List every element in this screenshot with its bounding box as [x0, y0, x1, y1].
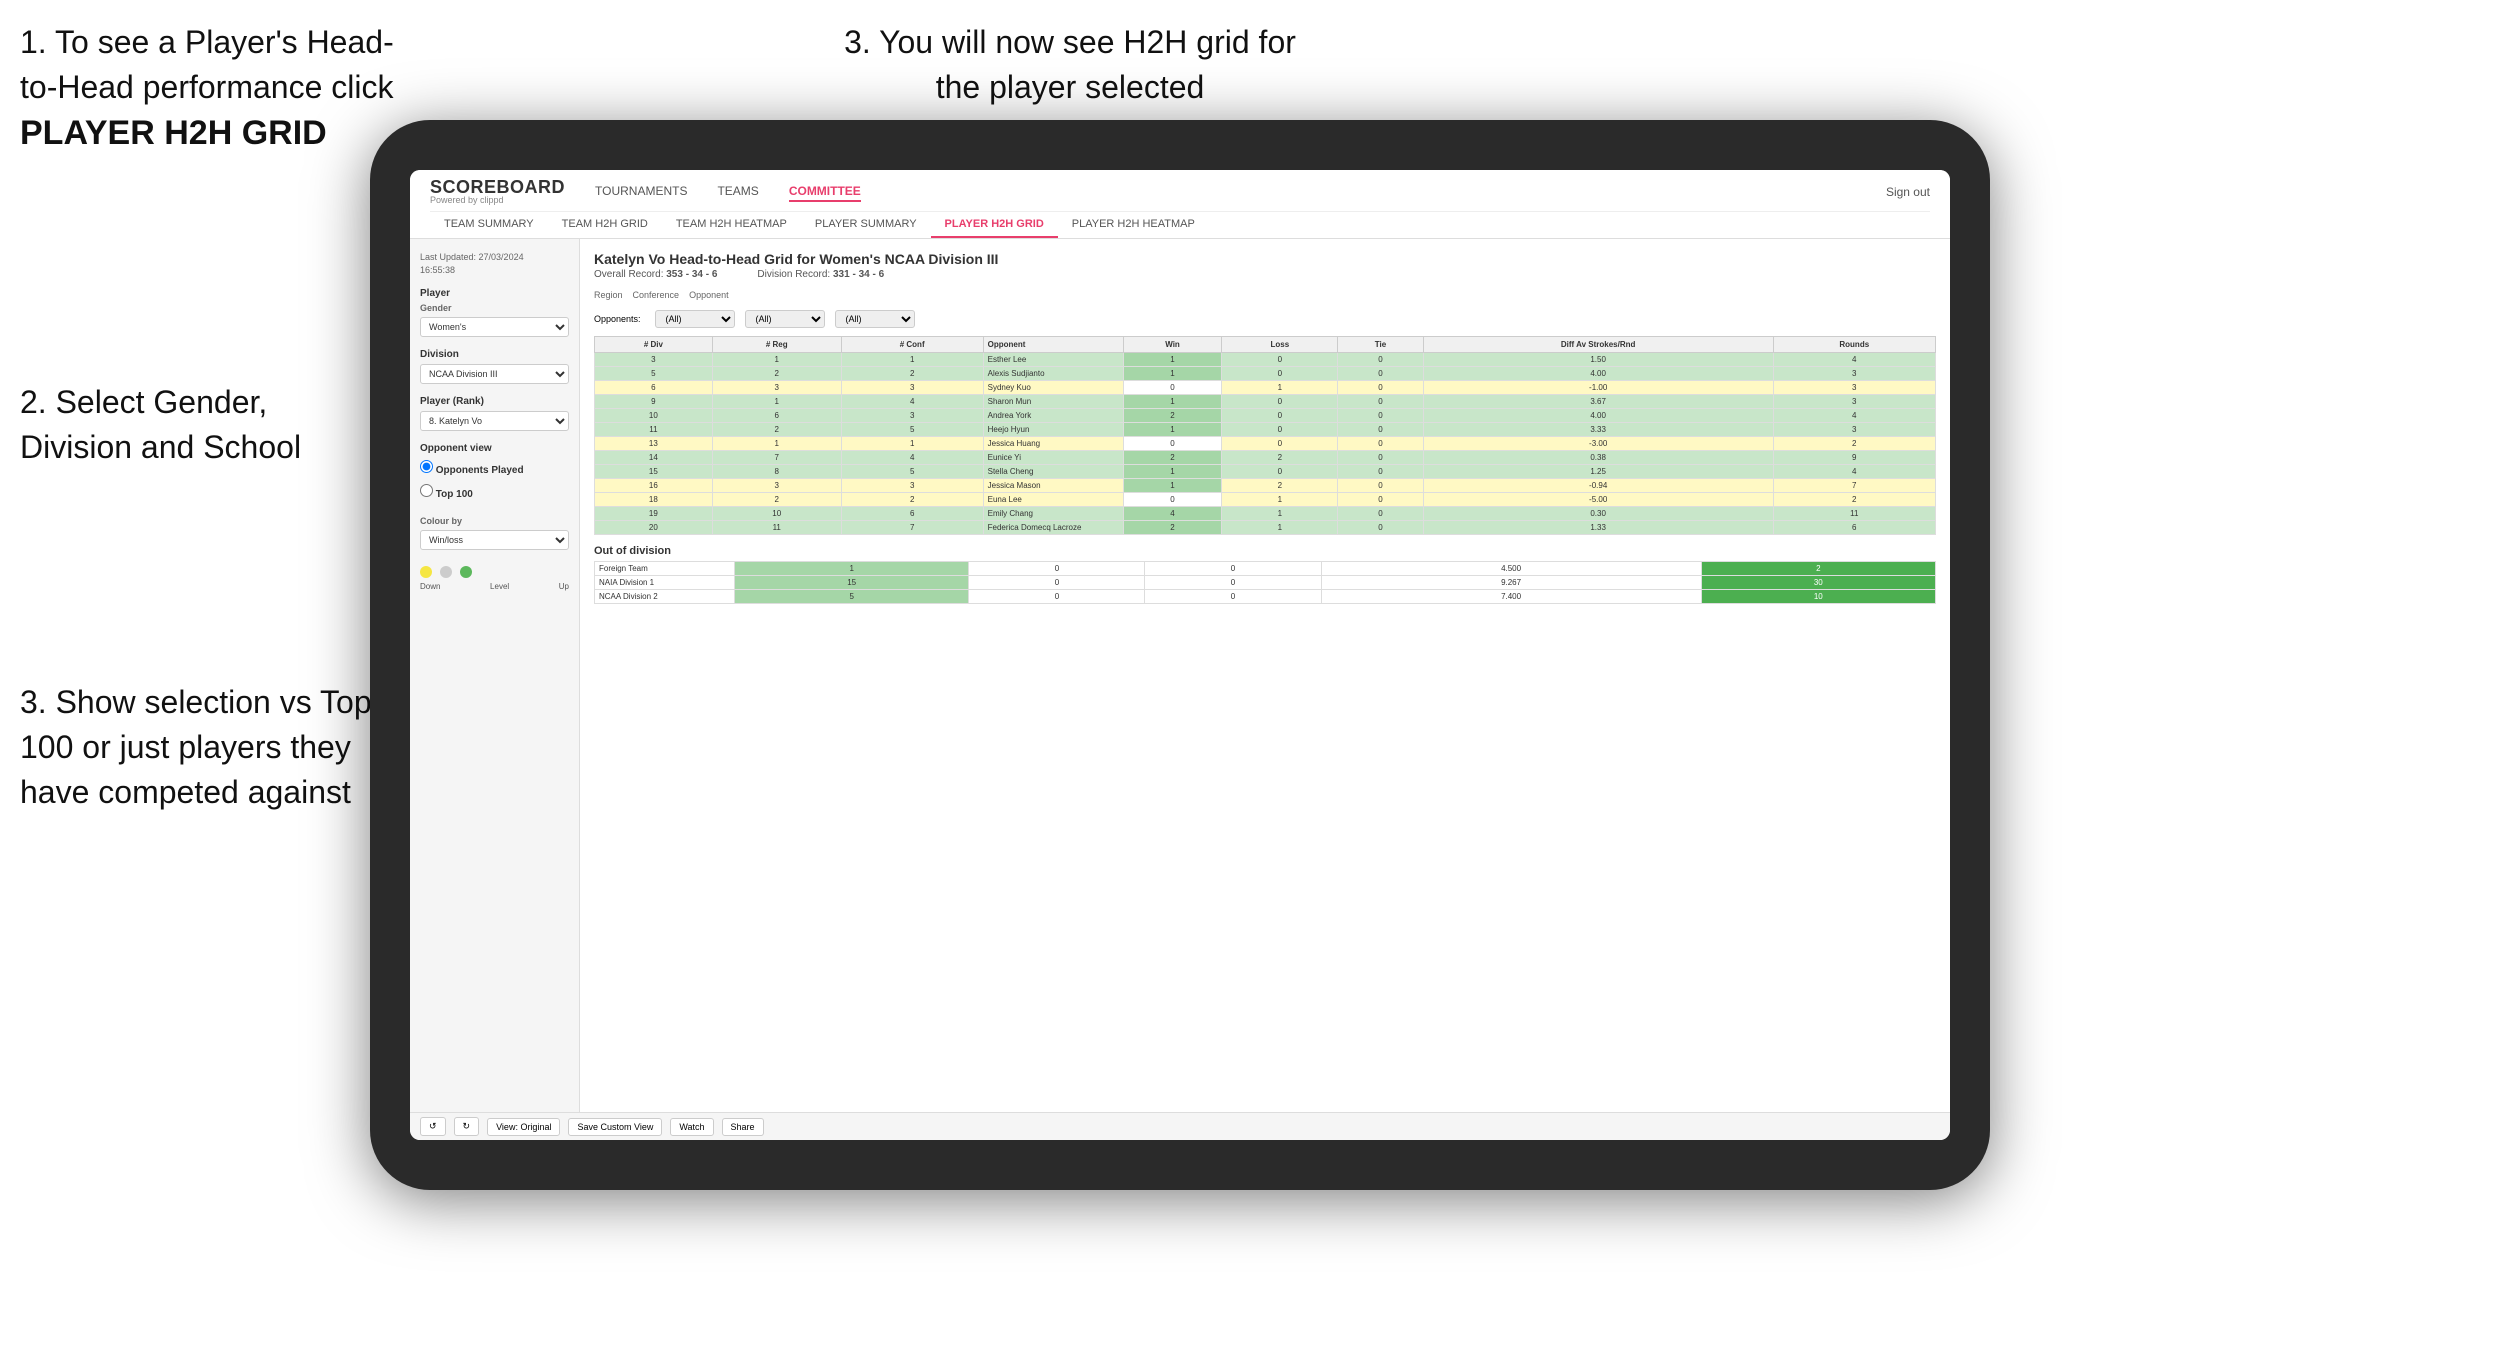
tablet-screen: SCOREBOARD Powered by clippd TOURNAMENTS… — [410, 170, 1950, 1140]
sub-nav-team-h2h-heatmap[interactable]: TEAM H2H HEATMAP — [662, 212, 801, 238]
sidebar-division-section: Division NCAA Division III — [420, 349, 569, 384]
col-header-opponent: Opponent — [983, 337, 1123, 353]
sub-nav: TEAM SUMMARY TEAM H2H GRID TEAM H2H HEAT… — [430, 211, 1930, 238]
sign-out-link[interactable]: Sign out — [1886, 185, 1930, 199]
col-header-conf: # Conf — [841, 337, 983, 353]
conference-filter-select[interactable]: (All) — [745, 310, 825, 328]
table-row: Foreign Team 1 0 0 4.500 2 — [595, 562, 1936, 576]
table-row: 13 1 1 Jessica Huang 0 0 0 -3.00 2 — [595, 437, 1936, 451]
data-table: # Div # Reg # Conf Opponent Win Loss Tie… — [594, 336, 1936, 535]
table-row: 19 10 6 Emily Chang 4 1 0 0.30 11 — [595, 507, 1936, 521]
nav-right: Sign out — [1886, 185, 1930, 199]
player-rank-select[interactable]: 8. Katelyn Vo — [420, 411, 569, 431]
tablet-device: SCOREBOARD Powered by clippd TOURNAMENTS… — [370, 120, 1990, 1190]
nav-committee[interactable]: COMMITTEE — [789, 182, 861, 202]
logo: SCOREBOARD Powered by clippd — [430, 178, 565, 205]
instruction-step2: 2. Select Gender, Division and School — [20, 380, 360, 470]
col-header-rounds: Rounds — [1773, 337, 1935, 353]
nav-links: TOURNAMENTS TEAMS COMMITTEE — [595, 182, 861, 202]
radio-group: Opponents Played Top 100 — [420, 460, 569, 504]
table-row: 11 2 5 Heejo Hyun 1 0 0 3.33 3 — [595, 423, 1936, 437]
col-header-win: Win — [1123, 337, 1222, 353]
table-row: 16 3 3 Jessica Mason 1 2 0 -0.94 7 — [595, 479, 1936, 493]
instruction-step1: 1. To see a Player's Head-to-Head perfor… — [20, 20, 400, 157]
region-filter-select[interactable]: (All) — [655, 310, 735, 328]
watch-button[interactable]: Watch — [670, 1118, 713, 1136]
legend-dot-down — [420, 566, 432, 578]
table-row: 6 3 3 Sydney Kuo 0 1 0 -1.00 3 — [595, 381, 1936, 395]
main-content: Last Updated: 27/03/2024 16:55:38 Player… — [410, 239, 1950, 1112]
table-row: 14 7 4 Eunice Yi 2 2 0 0.38 9 — [595, 451, 1936, 465]
instruction-step3-left: 3. Show selection vs Top 100 or just pla… — [20, 680, 380, 814]
sub-nav-player-summary[interactable]: PLAYER SUMMARY — [801, 212, 931, 238]
color-legend: Down Level Up — [420, 566, 569, 591]
redo-button[interactable]: ↻ — [454, 1117, 480, 1136]
nav-bar: SCOREBOARD Powered by clippd TOURNAMENTS… — [410, 170, 1950, 239]
sub-nav-player-h2h-grid[interactable]: PLAYER H2H GRID — [931, 212, 1058, 238]
toolbar: ↺ ↻ View: Original Save Custom View Watc… — [410, 1112, 1950, 1140]
table-row: 20 11 7 Federica Domecq Lacroze 2 1 0 1.… — [595, 521, 1936, 535]
filter-selects-row: Opponents: (All) (All) (All) — [594, 310, 1936, 328]
filter-row: Region Conference Opponent — [594, 290, 1936, 302]
sidebar-player-rank-section: Player (Rank) 8. Katelyn Vo — [420, 396, 569, 431]
colour-by-select[interactable]: Win/loss — [420, 530, 569, 550]
share-button[interactable]: Share — [722, 1118, 764, 1136]
legend-dot-level — [440, 566, 452, 578]
save-custom-view-button[interactable]: Save Custom View — [568, 1118, 662, 1136]
col-header-loss: Loss — [1222, 337, 1338, 353]
col-header-diff: Diff Av Strokes/Rnd — [1423, 337, 1773, 353]
out-of-division-header: Out of division — [594, 545, 1936, 557]
out-of-division-table: Foreign Team 1 0 0 4.500 2 NAIA Division… — [594, 561, 1936, 604]
table-row: NCAA Division 2 5 0 0 7.400 10 — [595, 590, 1936, 604]
table-row: NAIA Division 1 15 0 0 9.267 30 — [595, 576, 1936, 590]
division-select[interactable]: NCAA Division III — [420, 364, 569, 384]
sub-nav-team-h2h-grid[interactable]: TEAM H2H GRID — [548, 212, 662, 238]
opponent-filter-select[interactable]: (All) — [835, 310, 915, 328]
view-original-button[interactable]: View: Original — [487, 1118, 560, 1136]
grid-area: Katelyn Vo Head-to-Head Grid for Women's… — [580, 239, 1950, 1112]
table-row: 10 6 3 Andrea York 2 0 0 4.00 4 — [595, 409, 1936, 423]
legend-dot-up — [460, 566, 472, 578]
table-row: 9 1 4 Sharon Mun 1 0 0 3.67 3 — [595, 395, 1936, 409]
sidebar-timestamp: Last Updated: 27/03/2024 16:55:38 — [420, 251, 569, 276]
filter-opponent-group: Opponent — [689, 290, 729, 302]
sub-nav-player-h2h-heatmap[interactable]: PLAYER H2H HEATMAP — [1058, 212, 1209, 238]
sidebar-player-section: Player Gender Women's — [420, 288, 569, 337]
grid-records: Overall Record: 353 - 34 - 6 Division Re… — [594, 269, 1936, 280]
radio-opponents-played[interactable]: Opponents Played — [420, 460, 569, 476]
sidebar: Last Updated: 27/03/2024 16:55:38 Player… — [410, 239, 580, 1112]
sidebar-opponent-view-section: Opponent view Opponents Played Top 100 — [420, 443, 569, 504]
table-row: 15 8 5 Stella Cheng 1 0 0 1.25 4 — [595, 465, 1936, 479]
sidebar-colour-section: Colour by Win/loss — [420, 516, 569, 550]
undo-button[interactable]: ↺ — [420, 1117, 446, 1136]
grid-title: Katelyn Vo Head-to-Head Grid for Women's… — [594, 251, 1936, 267]
col-header-tie: Tie — [1338, 337, 1424, 353]
table-row: 18 2 2 Euna Lee 0 1 0 -5.00 2 — [595, 493, 1936, 507]
instruction-step3-right: 3. You will now see H2H grid for the pla… — [820, 20, 1320, 110]
radio-top100[interactable]: Top 100 — [420, 484, 569, 500]
nav-tournaments[interactable]: TOURNAMENTS — [595, 182, 687, 202]
nav-teams[interactable]: TEAMS — [717, 182, 758, 202]
sub-nav-team-summary[interactable]: TEAM SUMMARY — [430, 212, 548, 238]
gender-select[interactable]: Women's — [420, 317, 569, 337]
filter-region-group: Region — [594, 290, 623, 302]
col-header-reg: # Reg — [712, 337, 841, 353]
table-row: 3 1 1 Esther Lee 1 0 0 1.50 4 — [595, 353, 1936, 367]
col-header-div: # Div — [595, 337, 713, 353]
filter-conference-group: Conference — [633, 290, 680, 302]
table-row: 5 2 2 Alexis Sudjianto 1 0 0 4.00 3 — [595, 367, 1936, 381]
